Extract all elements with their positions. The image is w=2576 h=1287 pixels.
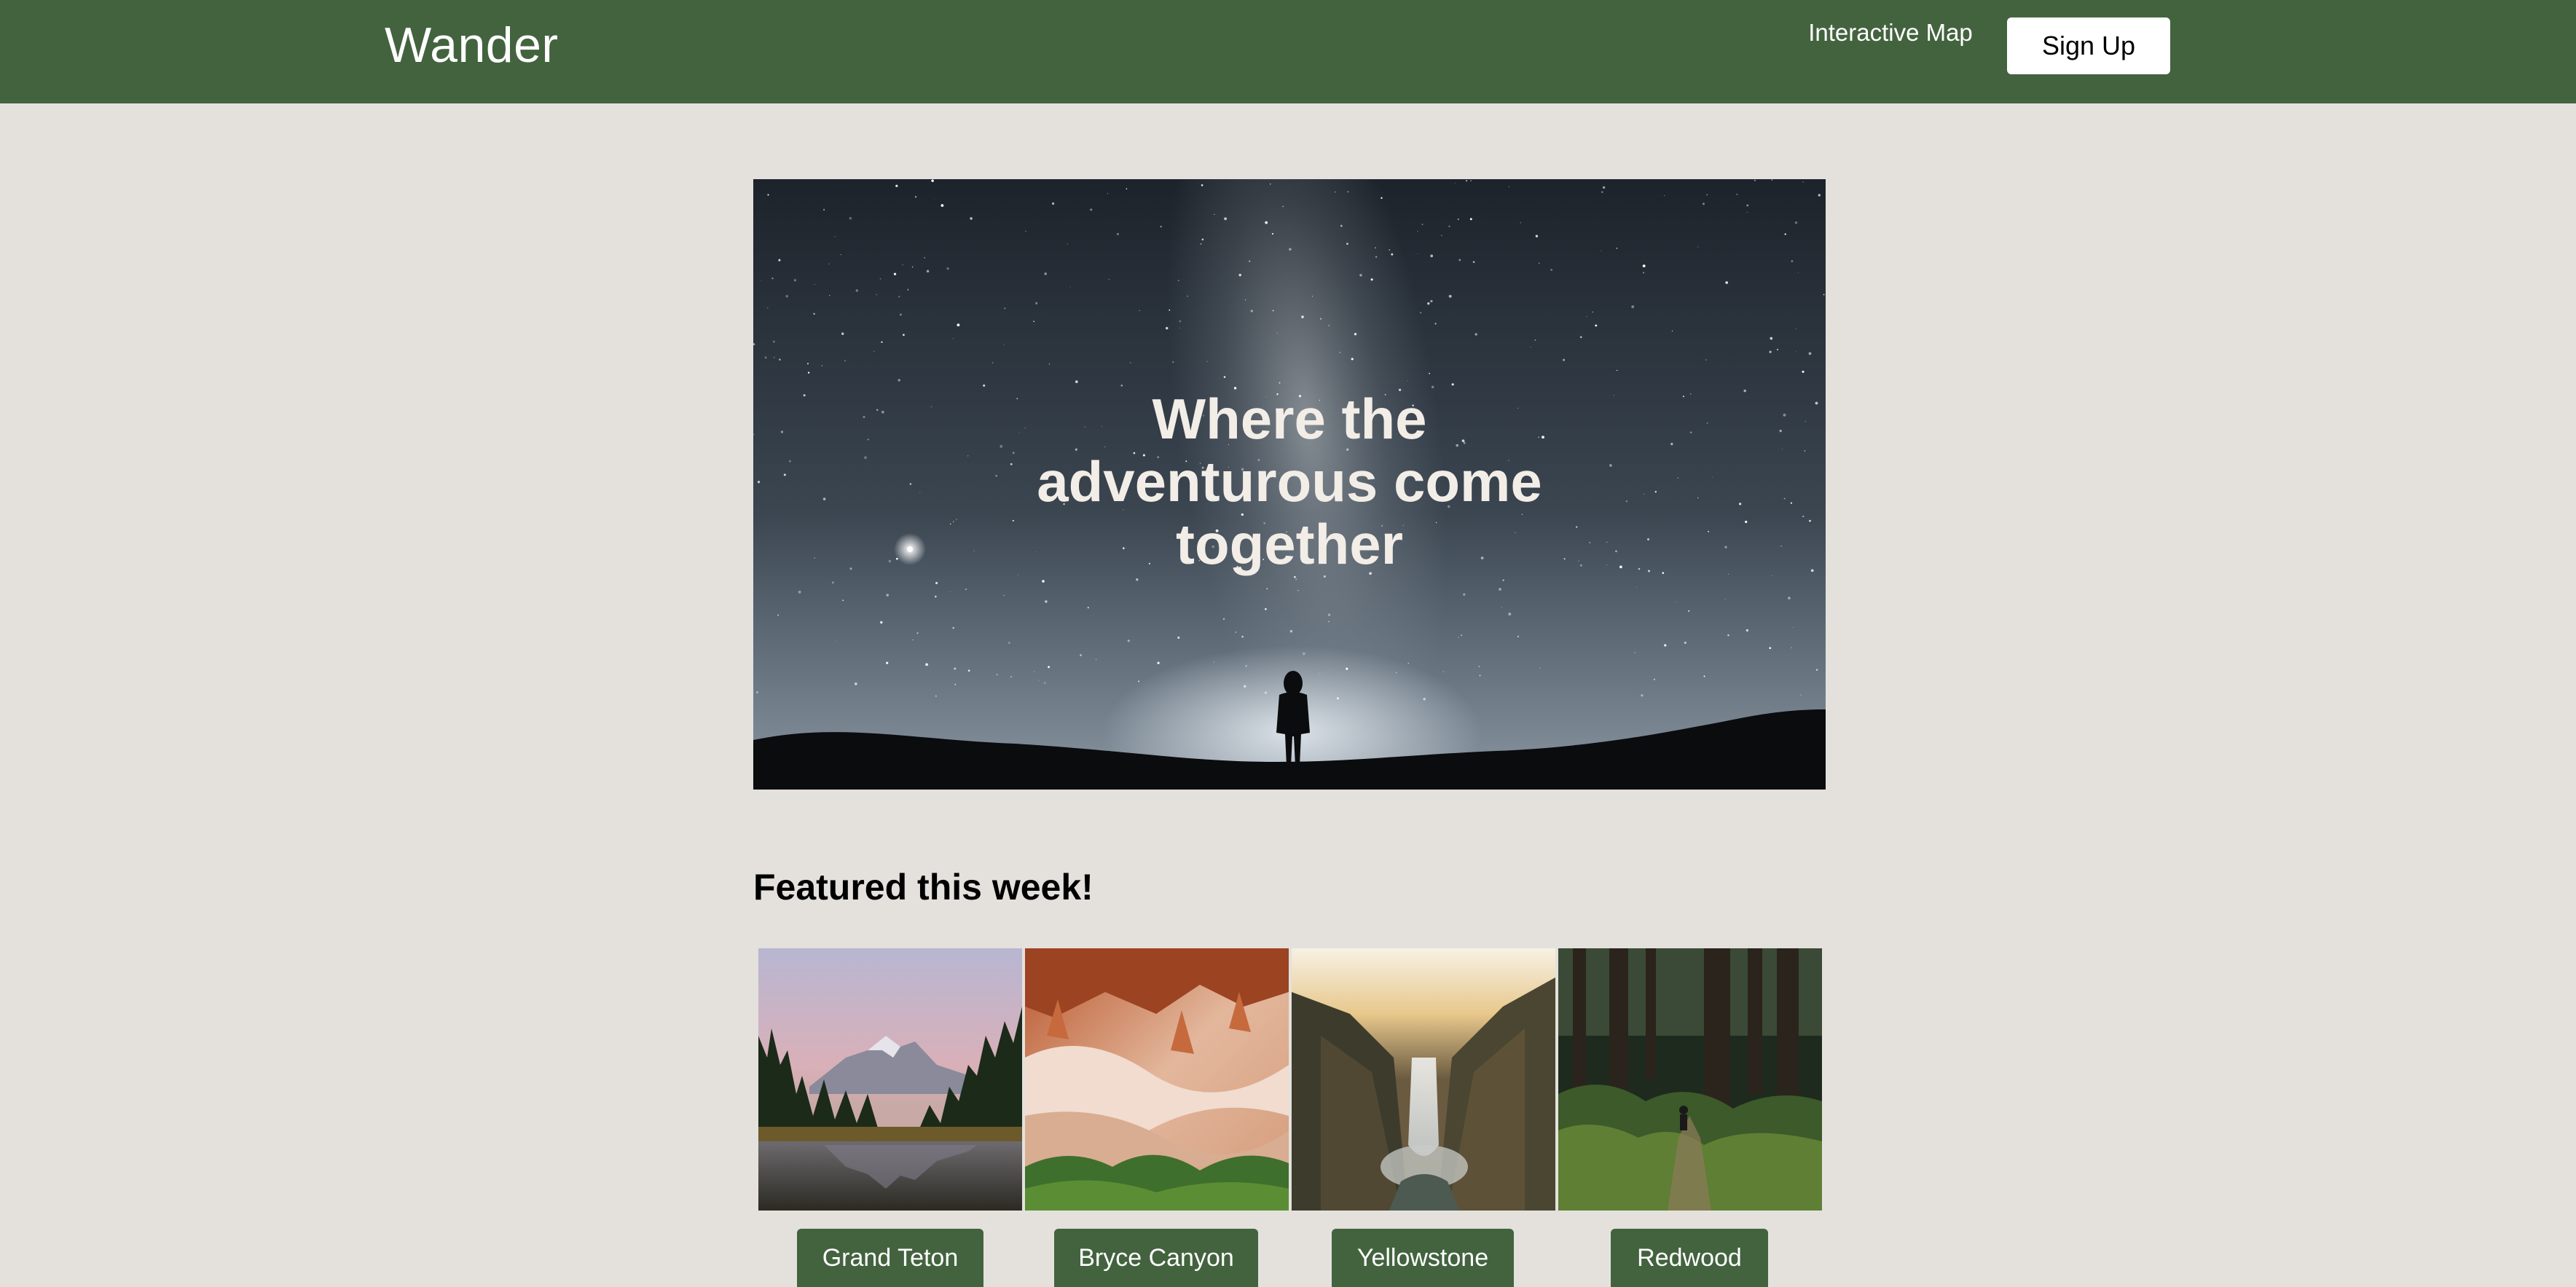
bryce-canyon-photo[interactable] [1025, 948, 1289, 1211]
brand-logo-link[interactable]: Wander [385, 16, 559, 74]
grand-teton-button[interactable]: Grand Teton [797, 1229, 983, 1287]
hero-title: Where the adventurous come together [753, 179, 1826, 790]
redwood-button[interactable]: Redwood [1611, 1229, 1768, 1287]
hero-banner: Where the adventurous come together [753, 179, 1826, 790]
interactive-map-link[interactable]: Interactive Map [1807, 19, 1974, 46]
grand-teton-photo[interactable] [758, 948, 1022, 1211]
featured-heading: Featured this week! [753, 867, 1093, 908]
top-navbar: Wander Interactive Map Sign Up [0, 0, 2576, 103]
sign-up-button[interactable]: Sign Up [2007, 17, 2170, 74]
hero-title-text: Where the adventurous come together [1037, 387, 1542, 576]
bryce-canyon-button[interactable]: Bryce Canyon [1054, 1229, 1258, 1287]
yellowstone-button[interactable]: Yellowstone [1332, 1229, 1514, 1287]
redwood-photo[interactable] [1558, 948, 1822, 1211]
yellowstone-photo[interactable] [1292, 948, 1555, 1211]
